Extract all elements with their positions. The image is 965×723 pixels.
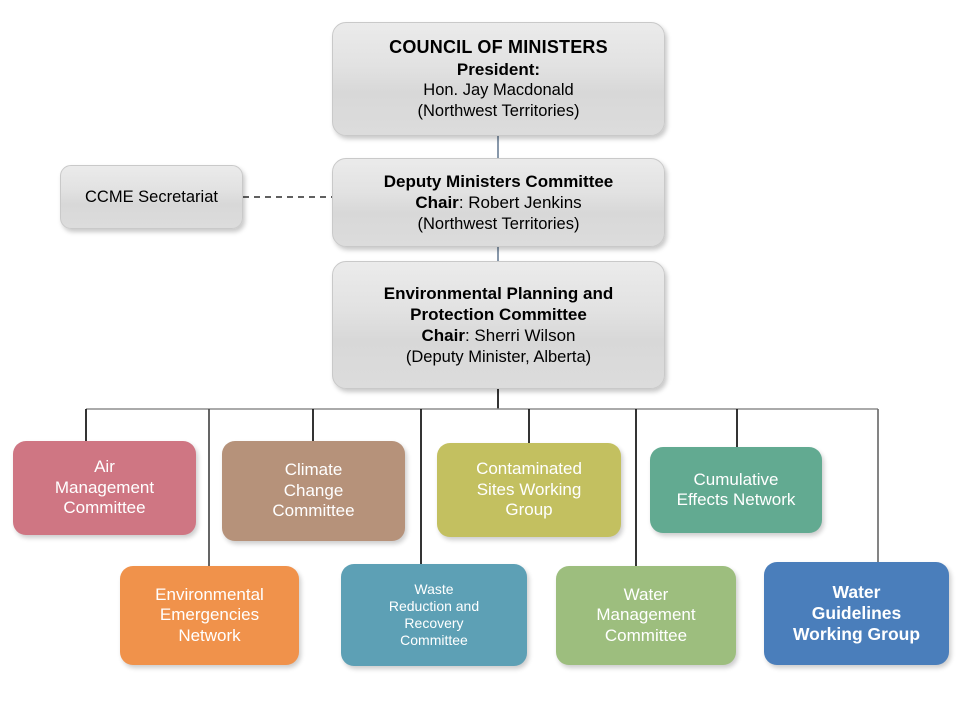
eppc-heading-line-2: Protection Committee xyxy=(410,304,587,324)
node-climate-change-committee[interactable]: Climate Change Committee xyxy=(222,441,405,541)
waste-reduction-and-recovery-committee-label: Waste Reduction and Recovery Committee xyxy=(388,581,480,648)
node-deputy-ministers-committee[interactable]: Deputy Ministers Committee Chair: Robert… xyxy=(332,158,665,247)
node-contaminated-sites-working-group[interactable]: Contaminated Sites Working Group xyxy=(437,443,621,537)
dmc-role-label: Chair xyxy=(415,193,459,213)
cumulative-effects-network-label: Cumulative Effects Network xyxy=(676,469,796,509)
council-person: Hon. Jay Macdonald xyxy=(423,81,574,100)
dmc-jurisdiction: (Northwest Territories) xyxy=(417,214,580,233)
dmc-chair-line: Chair: Robert Jenkins xyxy=(415,192,581,213)
dmc-heading: Deputy Ministers Committee xyxy=(383,171,614,191)
dmc-role-separator: : xyxy=(458,193,469,213)
air-management-committee-label: Air Management Committee xyxy=(54,457,155,518)
secretariat-label: CCME Secretariat xyxy=(85,187,218,206)
node-environmental-emergencies-network[interactable]: Environmental Emergencies Network xyxy=(120,566,299,665)
environmental-emergencies-network-label: Environmental Emergencies Network xyxy=(155,584,264,645)
node-cumulative-effects-network[interactable]: Cumulative Effects Network xyxy=(650,447,822,533)
node-water-guidelines-working-group[interactable]: Water Guidelines Working Group xyxy=(764,562,949,665)
node-ccme-secretariat[interactable]: CCME Secretariat xyxy=(60,165,243,229)
eppc-jurisdiction: (Deputy Minister, Alberta) xyxy=(405,347,592,366)
node-council-of-ministers[interactable]: COUNCIL OF MINISTERS President: Hon. Jay… xyxy=(332,22,665,136)
node-water-management-committee[interactable]: Water Management Committee xyxy=(556,566,736,665)
eppc-role-label: Chair xyxy=(421,326,465,346)
node-environmental-planning-and-protection-committee[interactable]: Environmental Planning and Protection Co… xyxy=(332,261,665,389)
contaminated-sites-working-group-label: Contaminated Sites Working Group xyxy=(476,459,582,520)
water-management-committee-label: Water Management Committee xyxy=(596,584,696,645)
node-air-management-committee[interactable]: Air Management Committee xyxy=(13,441,196,535)
council-heading: COUNCIL OF MINISTERS xyxy=(389,37,608,58)
water-guidelines-working-group-label: Water Guidelines Working Group xyxy=(792,582,921,644)
climate-change-committee-label: Climate Change Committee xyxy=(272,460,355,521)
eppc-chair-line: Chair: Sherri Wilson xyxy=(421,325,575,346)
node-waste-reduction-and-recovery-committee[interactable]: Waste Reduction and Recovery Committee xyxy=(341,564,527,666)
eppc-person: Sherri Wilson xyxy=(474,326,576,346)
org-chart: COUNCIL OF MINISTERS President: Hon. Jay… xyxy=(0,0,965,723)
dmc-person: Robert Jenkins xyxy=(468,193,582,213)
eppc-heading-line-1: Environmental Planning and xyxy=(383,283,614,303)
council-jurisdiction: (Northwest Territories) xyxy=(417,102,580,121)
council-role-label: President: xyxy=(456,59,541,79)
eppc-role-separator: : xyxy=(464,326,475,346)
